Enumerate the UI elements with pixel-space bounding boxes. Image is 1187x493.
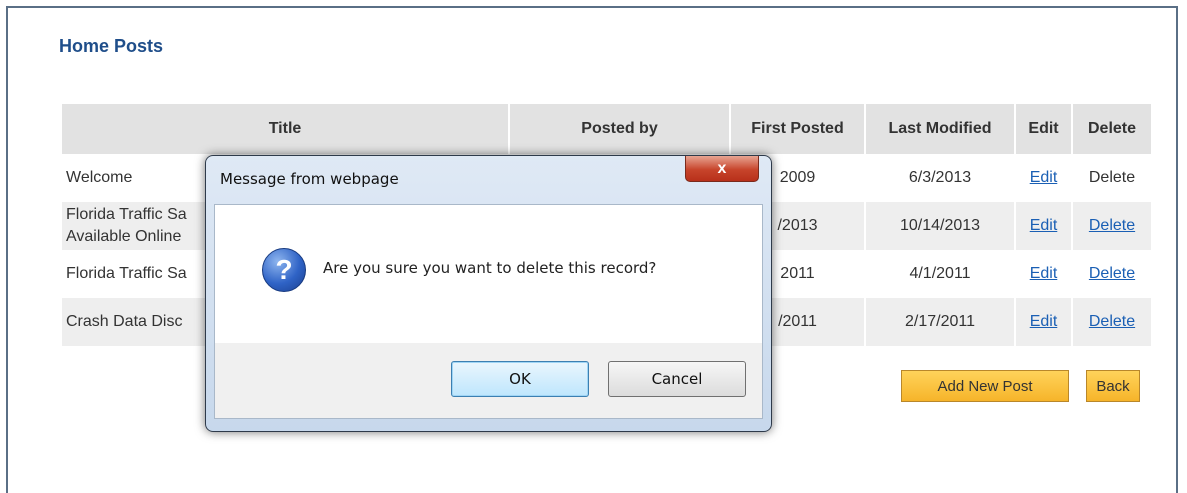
edit-link[interactable]: Edit — [1030, 313, 1058, 330]
back-button[interactable]: Back — [1086, 370, 1140, 402]
table-header-row: Title Posted by First Posted Last Modifi… — [62, 104, 1151, 154]
edit-link[interactable]: Edit — [1030, 217, 1058, 234]
dialog-body: ? Are you sure you want to delete this r… — [214, 204, 763, 344]
cancel-button[interactable]: Cancel — [608, 361, 746, 397]
delete-link[interactable]: Delete — [1089, 217, 1135, 234]
confirm-dialog: Message from webpage x ? Are you sure yo… — [205, 155, 772, 432]
delete-link[interactable]: Delete — [1089, 265, 1135, 282]
column-header-last-modified: Last Modified — [866, 104, 1014, 154]
column-header-posted-by: Posted by — [510, 104, 729, 154]
page-title: Home Posts — [59, 36, 164, 56]
column-header-title: Title — [62, 104, 508, 154]
row-last-modified: 10/14/2013 — [866, 202, 1014, 250]
question-icon: ? — [262, 248, 306, 292]
column-header-edit: Edit — [1016, 104, 1071, 154]
edit-link[interactable]: Edit — [1030, 265, 1058, 282]
row-last-modified: 4/1/2011 — [866, 250, 1014, 298]
close-icon[interactable]: x — [685, 156, 759, 182]
column-header-first-posted: First Posted — [731, 104, 864, 154]
add-new-post-button[interactable]: Add New Post — [901, 370, 1069, 402]
delete-label: Delete — [1088, 169, 1136, 186]
ok-button[interactable]: OK — [451, 361, 589, 397]
delete-link[interactable]: Delete — [1089, 313, 1135, 330]
edit-link[interactable]: Edit — [1030, 169, 1058, 186]
dialog-footer: OK Cancel — [214, 343, 763, 419]
column-header-delete: Delete — [1073, 104, 1151, 154]
dialog-title: Message from webpage — [220, 170, 399, 188]
row-last-modified: 6/3/2013 — [866, 154, 1014, 202]
row-last-modified: 2/17/2011 — [866, 298, 1014, 346]
dialog-message: Are you sure you want to delete this rec… — [323, 259, 657, 277]
